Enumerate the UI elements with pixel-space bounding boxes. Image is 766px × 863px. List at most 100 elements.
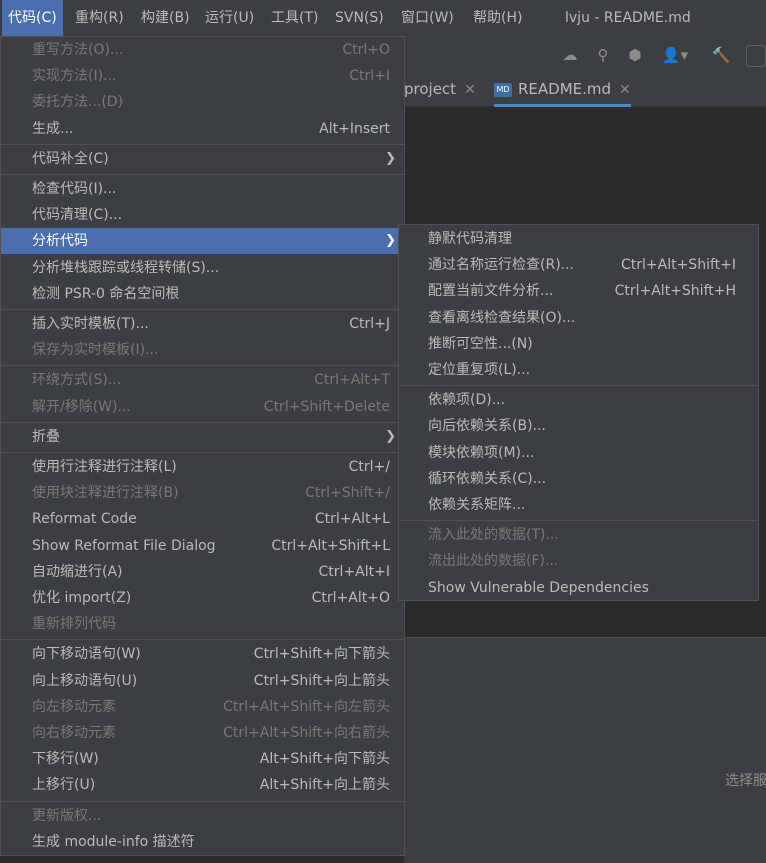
menu-item[interactable]: Reformat Code Ctrl+Alt+L [1, 506, 404, 532]
menu-item[interactable]: 模块依赖项(M)... [399, 440, 758, 466]
tab-readme[interactable]: MD README.md ✕ [494, 74, 631, 107]
menu-separator [1, 143, 404, 145]
menu-window[interactable]: 窗口(W) [401, 0, 454, 36]
menu-item[interactable]: 查看离线检查结果(O)... [399, 305, 758, 331]
analyze-code-submenu: 静默代码清理通过名称运行检查(R)... Ctrl+Alt+Shift+I 配置当前… [398, 224, 759, 601]
menu-item-label: 循环依赖关系(C)... [428, 470, 547, 487]
menu-item-label: 折叠 [32, 428, 60, 445]
menu-item-label: 生成... [32, 120, 74, 137]
menu-item-label: 环绕方式(S)... [32, 372, 122, 389]
menu-item-shortcut: Ctrl+Alt+Shift+H [614, 283, 736, 300]
menu-item[interactable]: 检测 PSR-0 命名空间根 [1, 281, 404, 307]
menu-item-shortcut: Ctrl+J [349, 316, 390, 332]
menu-item-shortcut: Ctrl+Alt+I [318, 563, 390, 580]
menu-item-label: 插入实时模板(T)... [32, 316, 149, 332]
menu-item-label: 模块依赖项(M)... [428, 444, 535, 461]
menu-item[interactable]: 流入此处的数据(T)... [399, 522, 758, 548]
menu-run[interactable]: 运行(U) [205, 0, 254, 36]
menu-item[interactable]: 循环依赖关系(C)... [399, 466, 758, 492]
menu-separator [399, 385, 758, 387]
menu-item[interactable]: 委托方法...(D) [1, 89, 404, 115]
menu-item-label: 通过名称运行检查(R)... [428, 257, 575, 274]
menu-tools[interactable]: 工具(T) [271, 0, 318, 36]
menu-item[interactable]: 检查代码(I)... [1, 176, 404, 202]
menu-item[interactable]: 实现方法(I)... Ctrl+I [1, 63, 404, 89]
menu-item-label: 实现方法(I)... [32, 68, 117, 85]
menu-item[interactable]: 向后依赖关系(B)... [399, 413, 758, 439]
menu-item[interactable]: 依赖关系矩阵... [399, 492, 758, 518]
menu-item[interactable]: 更新版权... [1, 803, 404, 829]
close-icon[interactable]: ✕ [464, 82, 476, 98]
menu-item-label: Show Reformat File Dialog [32, 537, 216, 554]
menu-item[interactable]: 分析堆栈跟踪或线程转储(S)... [1, 255, 404, 281]
menu-item[interactable]: 上移行(U) Alt+Shift+向上箭头 [1, 772, 404, 798]
close-icon[interactable]: ✕ [619, 82, 631, 98]
menu-help[interactable]: 帮助(H) [473, 0, 522, 36]
run-config-icon[interactable] [746, 45, 766, 67]
menu-item-label: 委托方法...(D) [32, 94, 124, 111]
menu-item[interactable]: 生成... Alt+Insert [1, 116, 404, 142]
window-title: lvju - README.md [565, 10, 691, 26]
tab-readme-label: README.md [518, 80, 612, 98]
menu-item[interactable]: 解开/移除(W)... Ctrl+Shift+Delete [1, 394, 404, 420]
menu-item[interactable]: 向下移动语句(W) Ctrl+Shift+向下箭头 [1, 641, 404, 667]
menu-item[interactable]: 代码清理(C)... [1, 202, 404, 228]
search-history-icon[interactable]: ⚲ [593, 45, 613, 65]
menu-item[interactable]: 使用行注释进行注释(L) Ctrl+/ [1, 454, 404, 480]
menu-item[interactable]: 自动缩进行(A) Ctrl+Alt+I [1, 559, 404, 585]
menu-item-shortcut: Ctrl+/ [348, 459, 390, 475]
build-hammer-icon[interactable]: 🔨 [711, 45, 731, 65]
menu-item[interactable]: 配置当前文件分析... Ctrl+Alt+Shift+H [399, 278, 758, 304]
menu-item-label: 分析堆栈跟踪或线程转储(S)... [32, 259, 220, 276]
menu-svn[interactable]: SVN(S) [335, 0, 384, 36]
hexagon-icon[interactable]: ⬢ [625, 45, 645, 65]
menu-item-label: 流出此处的数据(F)... [428, 553, 559, 570]
menu-item[interactable]: 重新排列代码 [1, 611, 404, 637]
menu-code[interactable]: 代码(C) [2, 0, 63, 36]
menu-item-shortcut: Ctrl+Shift+Delete [263, 398, 390, 415]
menu-item-label: 检查代码(I)... [32, 181, 117, 197]
menu-item[interactable]: 代码补全(C) ❯ [1, 146, 404, 172]
menu-item-shortcut: Ctrl+Alt+L [314, 511, 390, 528]
menu-separator [1, 639, 404, 641]
menu-separator [1, 452, 404, 453]
menu-item-label: 流入此处的数据(T)... [428, 527, 559, 544]
editor-tab-bar: project ✕ MD README.md ✕ [404, 74, 766, 107]
chevron-right-icon: ❯ [385, 428, 396, 444]
menu-item[interactable]: 依赖项(D)... [399, 387, 758, 413]
menu-item-shortcut: Ctrl+Alt+Shift+L [271, 537, 390, 554]
menu-item-label: 向下移动语句(W) [32, 646, 141, 663]
menu-item[interactable]: 推断可空性...(N) [399, 331, 758, 357]
menu-item[interactable]: 保存为实时模板(I)... [1, 337, 404, 363]
menu-build[interactable]: 构建(B) [141, 0, 190, 36]
menu-separator [1, 309, 404, 310]
menu-item[interactable]: 静默代码清理 [399, 226, 758, 252]
menu-item-label: 使用块注释进行注释(B) [32, 485, 179, 502]
menu-item[interactable]: 分析代码 ❯ [1, 228, 404, 255]
menu-item-label: 生成 module-info 描述符 [32, 833, 195, 850]
menu-item[interactable]: 折叠 ❯ [1, 424, 404, 450]
menu-item[interactable]: 优化 import(Z) Ctrl+Alt+O [1, 585, 404, 611]
tab-project[interactable]: project ✕ [404, 74, 476, 104]
menu-item[interactable]: Show Reformat File Dialog Ctrl+Alt+Shift+… [1, 533, 404, 559]
menu-item[interactable]: 通过名称运行检查(R)... Ctrl+Alt+Shift+I [399, 252, 758, 278]
menu-item[interactable]: 使用块注释进行注释(B) Ctrl+Shift+/ [1, 480, 404, 506]
menu-item[interactable]: 向上移动语句(U) Ctrl+Shift+向上箭头 [1, 668, 404, 694]
menu-item[interactable]: 向左移动元素 Ctrl+Alt+Shift+向左箭头 [1, 694, 404, 720]
cloud-icon[interactable]: ☁ [560, 45, 580, 65]
menu-item[interactable]: 向右移动元素 Ctrl+Alt+Shift+向右箭头 [1, 720, 404, 746]
menu-item[interactable]: 环绕方式(S)... Ctrl+Alt+T [1, 367, 404, 393]
menu-item-label: Reformat Code [32, 511, 137, 528]
menu-item-label: 静默代码清理 [428, 231, 512, 247]
menu-item[interactable]: 流出此处的数据(F)... [399, 548, 758, 574]
tab-project-label: project [404, 80, 457, 98]
menu-item[interactable]: Show Vulnerable Dependencies [399, 575, 758, 601]
menu-item[interactable]: 定位重复项(L)... [399, 357, 758, 383]
menu-item[interactable]: 生成 module-info 描述符 [1, 829, 404, 855]
menu-refactor[interactable]: 重构(R) [75, 0, 124, 36]
menu-item[interactable]: 插入实时模板(T)... Ctrl+J [1, 311, 404, 337]
menu-item[interactable]: 下移行(W) Alt+Shift+向下箭头 [1, 746, 404, 772]
menu-item-label: 推断可空性...(N) [428, 335, 533, 352]
user-dropdown-icon[interactable]: 👤▾ [658, 45, 692, 65]
menu-item[interactable]: 重写方法(O)... Ctrl+O [1, 37, 404, 63]
